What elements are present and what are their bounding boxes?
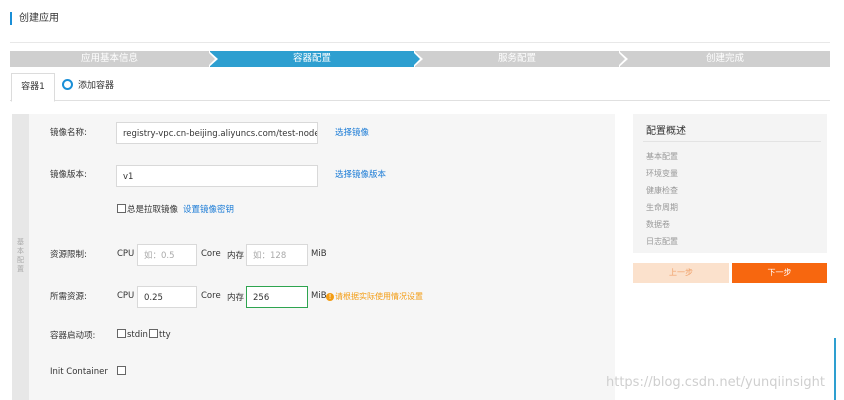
summary-item-log[interactable]: 日志配置 bbox=[646, 236, 678, 247]
image-name-label: 镜像名称: bbox=[50, 128, 87, 138]
always-pull-checkbox[interactable] bbox=[117, 204, 126, 213]
request-memory-input[interactable]: 256 bbox=[246, 286, 308, 308]
step-separator bbox=[207, 51, 215, 67]
always-pull-label: 总是拉取镜像 bbox=[127, 205, 179, 215]
request-cpu-label: CPU bbox=[117, 291, 135, 301]
request-memory-label: 内存 bbox=[227, 293, 245, 303]
prev-button[interactable]: 上一步 bbox=[633, 263, 729, 283]
step-label: 服务配置 bbox=[497, 53, 536, 64]
request-cpu-input[interactable]: 0.25 bbox=[137, 286, 197, 308]
limit-cpu-label: CPU bbox=[117, 249, 135, 259]
always-pull-option[interactable]: 总是拉取镜像 bbox=[117, 203, 178, 215]
init-container-label: Init Container bbox=[50, 367, 108, 377]
limit-memory-input[interactable]: 如：128 bbox=[246, 244, 308, 266]
title-divider bbox=[10, 42, 830, 43]
limit-memory-label: 内存 bbox=[227, 251, 245, 261]
summary-item-basic[interactable]: 基本配置 bbox=[646, 151, 678, 162]
limit-core-unit: Core bbox=[201, 249, 221, 259]
step-label: 创建完成 bbox=[705, 53, 744, 64]
summary-divider bbox=[643, 141, 821, 142]
resource-warning-text: 请根据实际使用情况设置 bbox=[335, 292, 423, 301]
stdin-checkbox[interactable] bbox=[117, 329, 126, 338]
summary-item-volume[interactable]: 数据卷 bbox=[646, 219, 670, 230]
image-version-input[interactable]: v1 bbox=[116, 165, 318, 187]
tty-label: tty bbox=[159, 330, 171, 340]
select-image-link[interactable]: 选择镜像 bbox=[335, 126, 369, 138]
step-label: 容器配置 bbox=[292, 53, 331, 64]
step-service-config: 服务配置 bbox=[415, 51, 619, 67]
request-core-unit: Core bbox=[201, 291, 221, 301]
next-button[interactable]: 下一步 bbox=[732, 263, 827, 283]
resource-request-label: 所需资源: bbox=[50, 292, 87, 302]
limit-mib-unit: MiB bbox=[311, 249, 327, 259]
request-mib-unit: MiB bbox=[311, 291, 327, 301]
limit-cpu-input[interactable]: 如：0.5 bbox=[137, 244, 197, 266]
warning-icon: ! bbox=[326, 293, 334, 301]
stdin-option[interactable]: stdin bbox=[117, 329, 148, 340]
step-separator bbox=[617, 51, 625, 67]
summary-item-lifecycle[interactable]: 生命周期 bbox=[646, 202, 678, 213]
startup-options-label: 容器启动项: bbox=[50, 331, 96, 341]
watermark: https://blog.csdn.net/yunqiinsight bbox=[606, 375, 825, 390]
summary-item-env[interactable]: 环境变量 bbox=[646, 168, 678, 179]
edge-scroll-indicator bbox=[834, 338, 836, 400]
image-version-label: 镜像版本: bbox=[50, 170, 87, 180]
stdin-label: stdin bbox=[127, 330, 148, 340]
tab-container-1[interactable]: 容器1 bbox=[11, 73, 55, 102]
summary-title: 配置概述 bbox=[646, 126, 686, 137]
init-container-checkbox[interactable] bbox=[117, 366, 127, 377]
step-label: 应用基本信息 bbox=[80, 53, 138, 64]
step-separator bbox=[412, 51, 420, 67]
section-label: 基本配置 bbox=[17, 238, 24, 273]
add-container-label: 添加容器 bbox=[78, 81, 115, 91]
set-image-secret-link[interactable]: 设置镜像密钥 bbox=[183, 203, 234, 215]
step-complete: 创建完成 bbox=[620, 51, 830, 67]
tty-option[interactable]: tty bbox=[149, 329, 171, 340]
step-basic-info: 应用基本信息 bbox=[10, 51, 209, 67]
summary-item-health[interactable]: 健康检查 bbox=[646, 185, 678, 196]
resource-warning: ! 请根据实际使用情况设置 bbox=[326, 291, 423, 302]
add-container-button[interactable]: 添加容器 bbox=[62, 79, 114, 92]
tty-checkbox[interactable] bbox=[149, 329, 158, 338]
image-name-input[interactable]: registry-vpc.cn-beijing.aliyuncs.com/tes… bbox=[116, 122, 318, 144]
select-image-version-link[interactable]: 选择镜像版本 bbox=[335, 168, 386, 180]
step-container-config: 容器配置 bbox=[210, 51, 414, 67]
resource-limit-label: 资源限制: bbox=[50, 250, 87, 260]
add-circle-icon bbox=[62, 79, 73, 90]
tabs-divider bbox=[10, 100, 830, 101]
page-title: 创建应用 bbox=[10, 12, 59, 25]
checkbox-box bbox=[117, 366, 126, 375]
